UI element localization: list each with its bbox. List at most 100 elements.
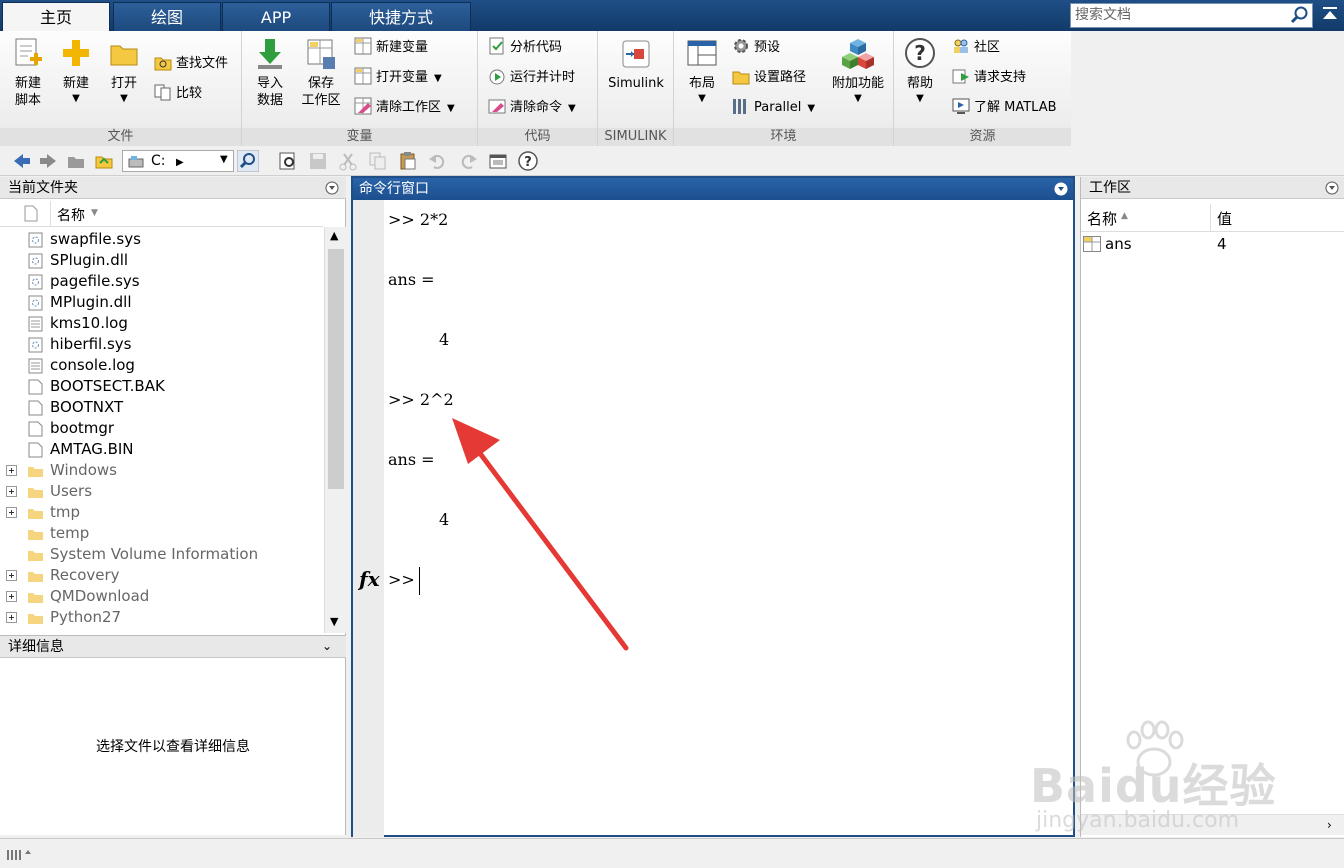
chevron-down-icon: ▼	[447, 103, 455, 114]
function-browser-icon[interactable]: fx	[359, 567, 380, 591]
expand-plus-icon[interactable]	[6, 507, 17, 518]
status-grip-icon[interactable]	[6, 848, 36, 862]
paste-icon[interactable]	[398, 151, 418, 171]
run-and-time-button[interactable]: 运行并计时	[488, 67, 575, 89]
scrollbar-thumb[interactable]	[328, 249, 344, 489]
folder-item[interactable]: temp	[0, 523, 323, 544]
search-icon[interactable]	[1290, 5, 1310, 25]
expand-plus-icon[interactable]	[6, 465, 17, 476]
list-item[interactable]: pagefile.sys	[0, 271, 323, 292]
list-item[interactable]: BOOTSECT.BAK	[0, 376, 323, 397]
open-button[interactable]: 打开 ▼	[102, 37, 146, 104]
list-item[interactable]: SPlugin.dll	[0, 250, 323, 271]
simulink-button[interactable]: Simulink	[602, 37, 670, 92]
folder-icon	[28, 488, 43, 498]
list-item[interactable]: AMTAG.BIN	[0, 439, 323, 460]
list-item[interactable]: swapfile.sys	[0, 229, 323, 250]
folder-item[interactable]: Users	[0, 481, 323, 502]
search-documentation-input[interactable]: 搜索文档	[1070, 3, 1313, 28]
list-item[interactable]: bootmgr	[0, 418, 323, 439]
add-ons-button[interactable]: 附加功能 ▼	[828, 37, 888, 104]
collapse-ribbon-icon[interactable]	[1320, 4, 1340, 26]
browse-folder-icon[interactable]	[94, 151, 114, 171]
path-search-icon[interactable]	[237, 150, 259, 172]
watermark-url: jingyan.baidu.com	[1036, 808, 1240, 833]
command-gutter	[353, 200, 384, 837]
folder-item[interactable]: QMDownload	[0, 586, 323, 607]
scroll-down-icon[interactable]: ▼	[330, 615, 338, 628]
column-header-value[interactable]: 值	[1217, 208, 1232, 229]
folder-item[interactable]: Python27	[0, 607, 323, 628]
watermark-title: Baidu经验	[1030, 759, 1277, 813]
layout-button[interactable]: 布局 ▼	[682, 37, 722, 104]
set-path-button[interactable]: 设置路径	[732, 67, 806, 89]
switch-windows-icon[interactable]	[488, 151, 508, 171]
request-support-button[interactable]: 请求支持	[952, 67, 1026, 89]
open-variable-button[interactable]: 打开变量 ▼	[354, 67, 442, 89]
folder-item[interactable]: Recovery	[0, 565, 323, 586]
community-button[interactable]: 社区	[952, 37, 1000, 59]
copy-icon[interactable]	[368, 151, 388, 171]
clear-workspace-button[interactable]: 清除工作区 ▼	[354, 97, 455, 119]
ribbon-group-resources: ? 帮助 ▼ 社区 请求支持 了解 MATLAB 资源	[894, 31, 1071, 146]
learn-matlab-button[interactable]: 了解 MATLAB	[952, 97, 1057, 119]
ribbon-group-simulink: Simulink SIMULINK	[598, 31, 674, 146]
find-icon[interactable]	[278, 151, 298, 171]
clear-commands-button[interactable]: 清除命令 ▼	[488, 97, 576, 119]
undo-icon[interactable]	[428, 151, 448, 171]
folder-item[interactable]: System Volume Information	[0, 544, 323, 565]
path-dropdown-icon[interactable]: ▼	[220, 154, 228, 165]
back-arrow-icon[interactable]	[12, 151, 32, 171]
analyze-code-button[interactable]: 分析代码	[488, 37, 562, 59]
preferences-button[interactable]: 预设	[732, 37, 780, 59]
find-files-button[interactable]: 查找文件	[154, 53, 228, 75]
drive-icon	[128, 156, 144, 168]
tab-apps[interactable]: APP	[222, 2, 330, 31]
new-variable-button[interactable]: 新建变量	[354, 37, 428, 59]
workspace-title: 工作区	[1081, 177, 1344, 199]
forward-arrow-icon[interactable]	[38, 151, 58, 171]
list-item[interactable]: BOOTNXT	[0, 397, 323, 418]
list-item[interactable]: hiberfil.sys	[0, 334, 323, 355]
file-list-scrollbar[interactable]: ▲ ▼	[324, 227, 346, 633]
scroll-right-icon[interactable]: ›	[1327, 818, 1332, 832]
dll-file-icon	[28, 295, 43, 311]
expand-plus-icon[interactable]	[6, 612, 17, 623]
help-button[interactable]: ? 帮助 ▼	[900, 37, 940, 104]
save-icon[interactable]	[308, 151, 328, 171]
cut-icon[interactable]	[338, 151, 358, 171]
expand-plus-icon[interactable]	[6, 486, 17, 497]
tab-home[interactable]: 主页	[2, 2, 110, 31]
panel-menu-icon[interactable]	[1325, 181, 1339, 195]
current-folder-title: 当前文件夹	[0, 177, 346, 199]
new-button[interactable]: 新建 ▼	[54, 37, 98, 104]
list-item[interactable]: console.log	[0, 355, 323, 376]
details-expand-chevron-icon[interactable]: ⌄	[322, 639, 332, 653]
new-script-button[interactable]: 新建 脚本	[6, 37, 50, 109]
text-file-icon	[28, 316, 43, 332]
svg-text:?: ?	[914, 41, 926, 65]
scroll-up-icon[interactable]: ▲	[330, 229, 338, 242]
help-small-icon[interactable]: ?	[518, 151, 538, 171]
expand-plus-icon[interactable]	[6, 591, 17, 602]
redo-icon[interactable]	[458, 151, 478, 171]
folder-item[interactable]: tmp	[0, 502, 323, 523]
folder-item[interactable]: Windows	[0, 460, 323, 481]
up-folder-icon[interactable]	[66, 151, 86, 171]
folder-icon	[28, 509, 43, 519]
list-item[interactable]: MPlugin.dll	[0, 292, 323, 313]
list-item[interactable]: kms10.log	[0, 313, 323, 334]
save-workspace-button[interactable]: 保存 工作区	[296, 37, 346, 109]
tab-plots[interactable]: 绘图	[113, 2, 221, 31]
import-data-button[interactable]: 导入 数据	[248, 37, 292, 109]
tab-shortcuts[interactable]: 快捷方式	[331, 2, 471, 31]
system-file-icon	[28, 232, 43, 248]
expand-plus-icon[interactable]	[6, 570, 17, 581]
panel-menu-icon[interactable]	[325, 181, 339, 195]
panel-menu-icon[interactable]	[1054, 182, 1068, 196]
column-header-name[interactable]: 名称	[1087, 208, 1117, 229]
table-row[interactable]: ans 4	[1081, 233, 1344, 255]
column-header-name[interactable]: 名称	[57, 205, 85, 225]
compare-button[interactable]: 比较	[154, 83, 202, 105]
parallel-button[interactable]: Parallel ▼	[732, 97, 815, 119]
